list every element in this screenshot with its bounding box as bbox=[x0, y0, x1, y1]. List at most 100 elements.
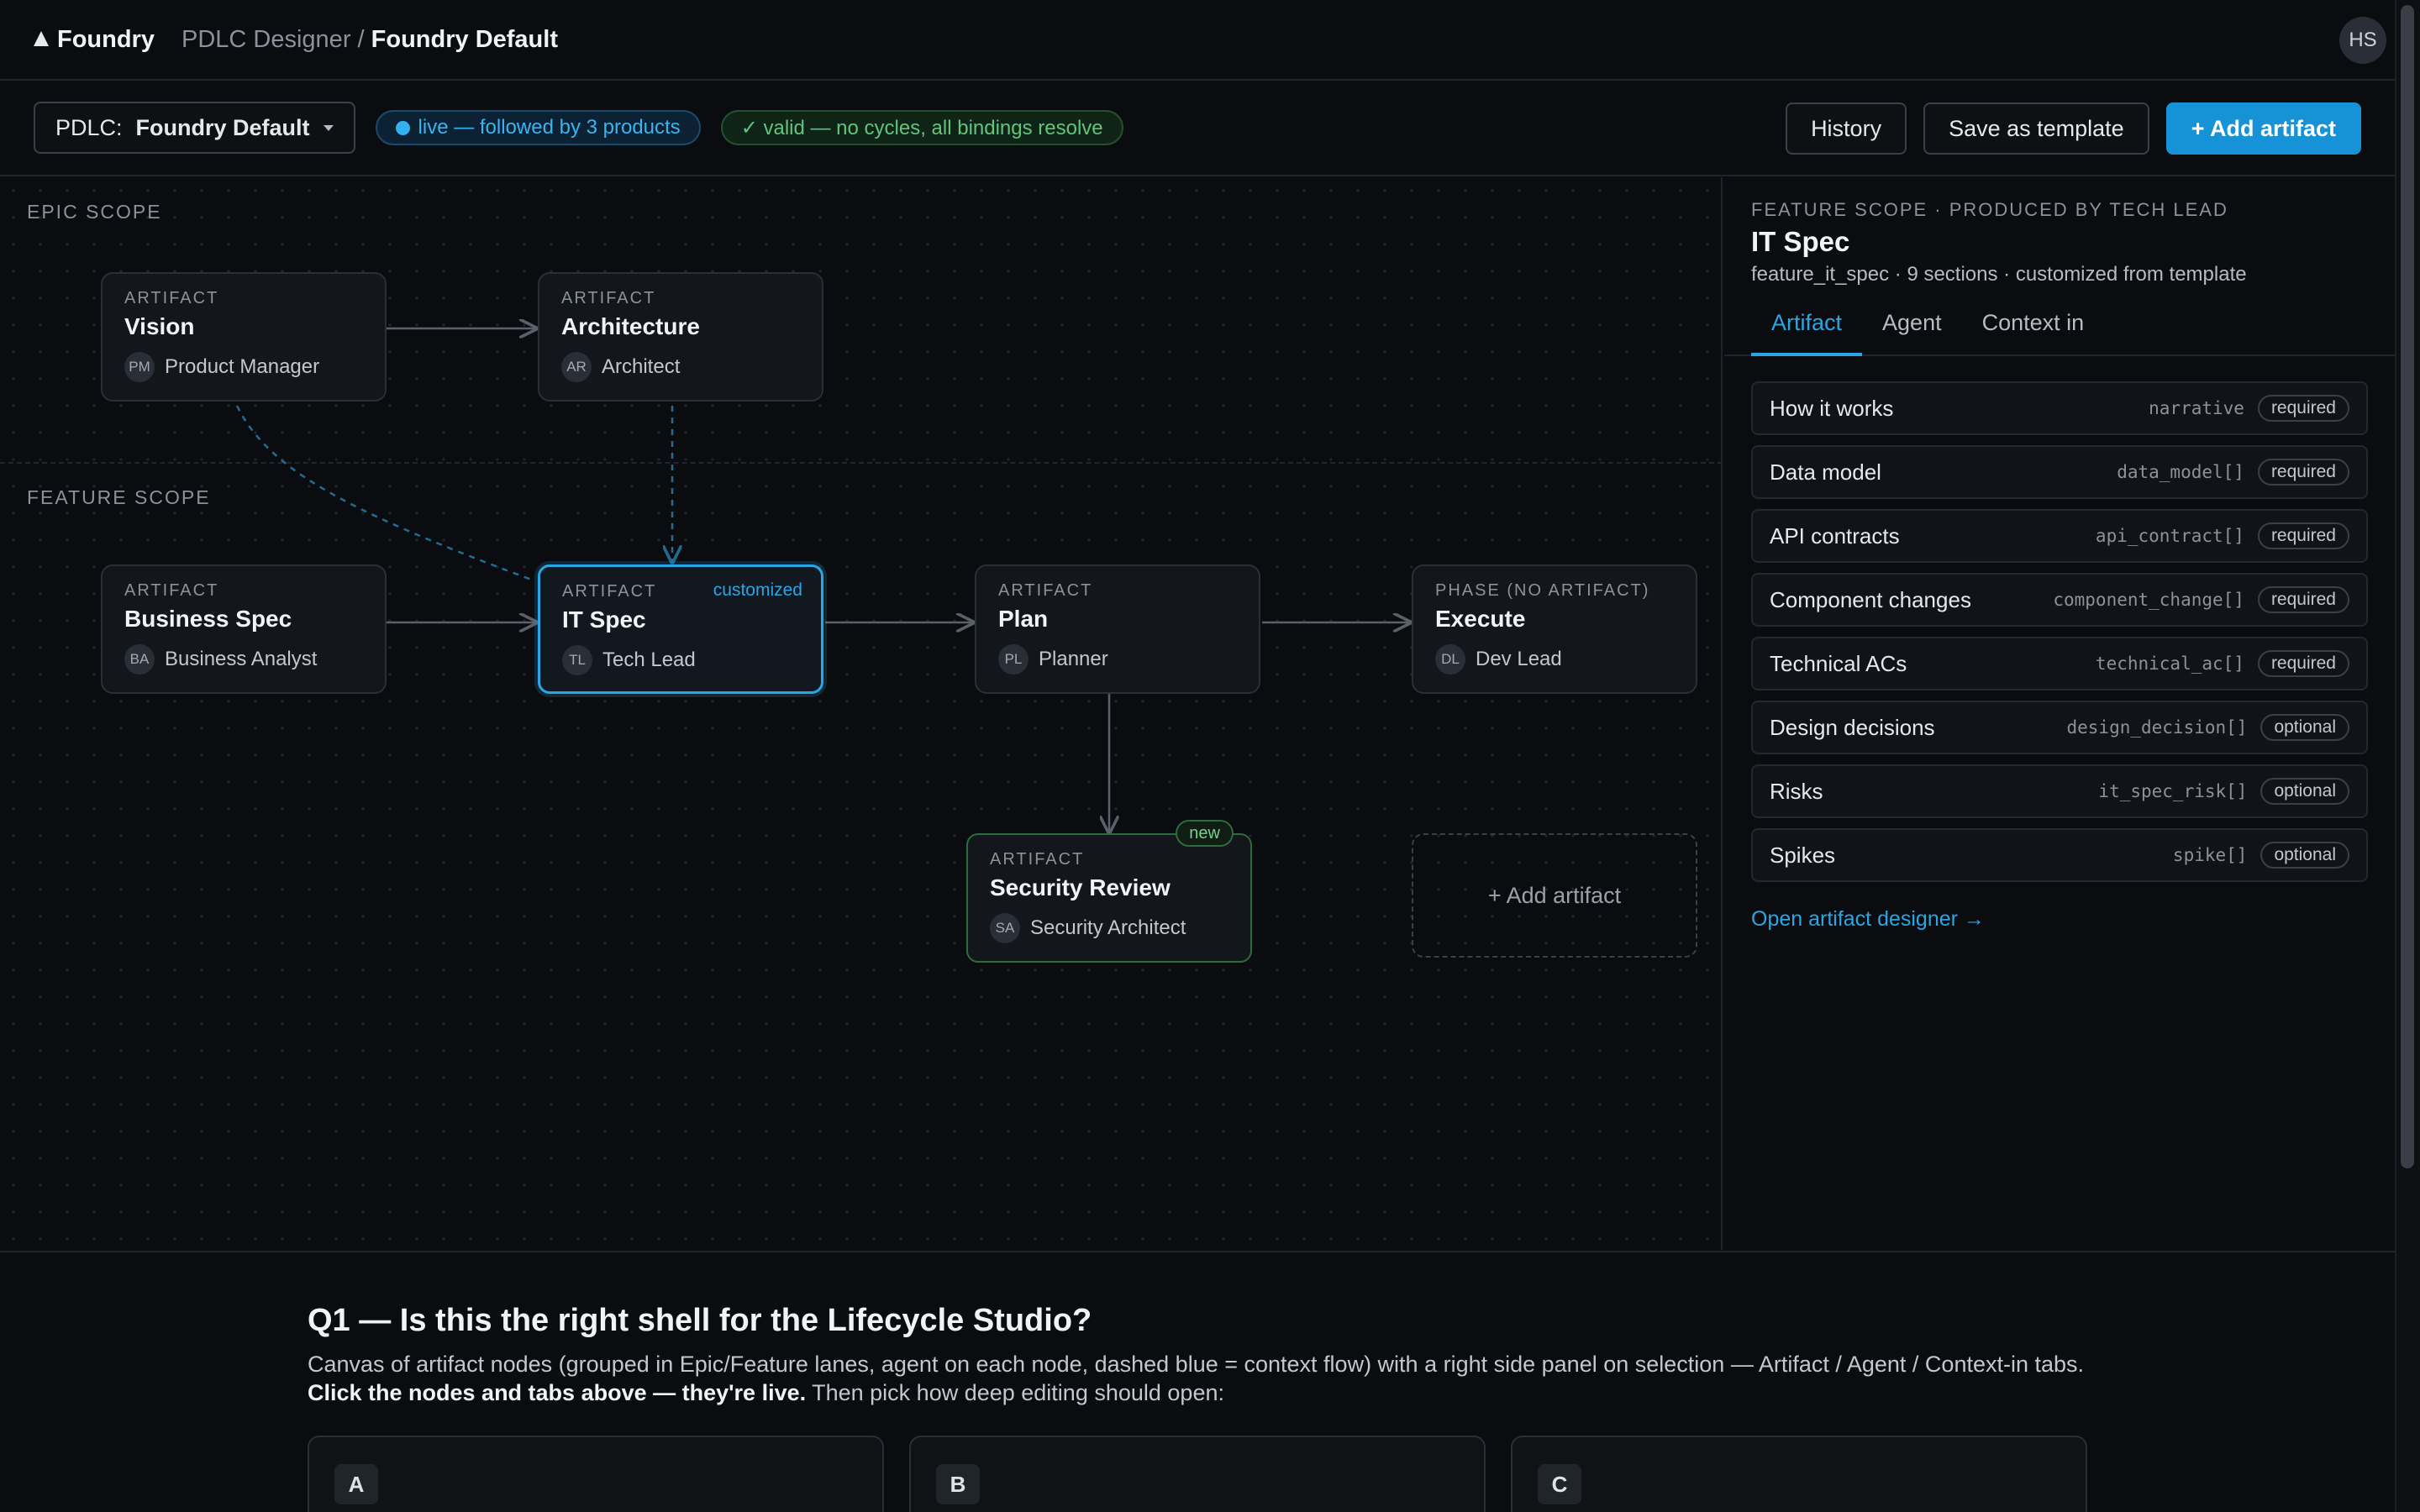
section-name: Risks bbox=[1770, 778, 1823, 804]
side-panel: FEATURE SCOPE · PRODUCED BY TECH LEAD IT… bbox=[1724, 177, 2395, 1250]
top-bar: Foundry PDLC Designer / Foundry Default bbox=[0, 0, 2395, 81]
brand-logo[interactable]: Foundry bbox=[34, 26, 155, 54]
section-type: data_model[] bbox=[2117, 462, 2244, 482]
section-row[interactable]: Risks it_spec_risk[] optional bbox=[1751, 764, 2368, 818]
question-description: Canvas of artifact nodes (grouped in Epi… bbox=[308, 1350, 2097, 1407]
agent-name: Architect bbox=[602, 355, 681, 378]
section-name: Technical ACs bbox=[1770, 650, 1907, 676]
tab-agent[interactable]: Agent bbox=[1862, 310, 1962, 354]
agent-avatar: AR bbox=[561, 352, 592, 382]
section-row[interactable]: Data model data_model[] required bbox=[1751, 445, 2368, 499]
node-title: Execute bbox=[1435, 606, 1526, 632]
open-artifact-designer-link[interactable]: Open artifact designer → bbox=[1751, 907, 1985, 932]
save-template-button[interactable]: Save as template bbox=[1923, 102, 2149, 155]
pdlc-value: Foundry Default bbox=[135, 114, 310, 140]
panel-meta: feature_it_spec · 9 sections · customize… bbox=[1751, 263, 2247, 286]
section-type: api_contract[] bbox=[2095, 526, 2244, 546]
agent-name: Dev Lead bbox=[1476, 648, 1562, 670]
option-card-b[interactable]: B bbox=[909, 1436, 1486, 1512]
foundry-logo-icon bbox=[34, 31, 49, 46]
node-title: Plan bbox=[998, 606, 1049, 632]
live-status-badge: live — followed by 3 products bbox=[375, 110, 701, 145]
requirement-badge: required bbox=[2257, 650, 2349, 677]
panel-title: IT Spec bbox=[1751, 226, 1850, 257]
customized-tag: customized bbox=[713, 580, 802, 600]
requirement-badge: required bbox=[2257, 395, 2349, 422]
agent-name: Security Architect bbox=[1030, 916, 1186, 939]
new-tag: new bbox=[1176, 820, 1234, 847]
valid-status-text: ✓ valid — no cycles, all bindings resolv… bbox=[740, 116, 1103, 139]
agent-avatar: BA bbox=[124, 644, 155, 675]
tab-artifact[interactable]: Artifact bbox=[1751, 310, 1863, 356]
option-badge: A bbox=[334, 1464, 378, 1504]
section-row[interactable]: Spikes spike[] optional bbox=[1751, 828, 2368, 882]
user-avatar[interactable]: HS bbox=[2339, 17, 2386, 64]
section-name: Spikes bbox=[1770, 842, 1836, 868]
agent-avatar: TL bbox=[562, 645, 592, 675]
section-row[interactable]: Design decisions design_decision[] optio… bbox=[1751, 701, 2368, 754]
question-desc-tail: Then pick how deep editing should open: bbox=[806, 1380, 1224, 1405]
breadcrumb-current: Foundry Default bbox=[371, 25, 558, 53]
agent-name: Tech Lead bbox=[602, 648, 696, 671]
breadcrumb: PDLC Designer / Foundry Default bbox=[182, 26, 558, 54]
pdlc-canvas[interactable]: EPIC SCOPE FEATURE SCOPE ARTIFACT Vision… bbox=[0, 177, 1723, 1250]
requirement-badge: required bbox=[2257, 522, 2349, 549]
section-name: How it works bbox=[1770, 395, 1894, 421]
section-type: spike[] bbox=[2172, 845, 2248, 865]
node-agent: BA Business Analyst bbox=[124, 644, 363, 675]
node-title: Architecture bbox=[561, 313, 700, 339]
node-agent: PL Planner bbox=[998, 644, 1237, 675]
section-row[interactable]: API contracts api_contract[] required bbox=[1751, 509, 2368, 563]
agent-avatar: SA bbox=[990, 913, 1020, 943]
node-agent: SA Security Architect bbox=[990, 913, 1228, 943]
tab-context-in[interactable]: Context in bbox=[1962, 310, 2105, 354]
panel-tabs: Artifact Agent Context in bbox=[1724, 310, 2395, 356]
question-desc-emphasis: Click the nodes and tabs above — they're… bbox=[308, 1380, 807, 1405]
requirement-badge: optional bbox=[2260, 778, 2349, 805]
context-edge-vision-itspec bbox=[235, 405, 534, 582]
agent-avatar: PL bbox=[998, 644, 1028, 675]
section-name: Component changes bbox=[1770, 586, 1971, 612]
node-it-spec[interactable]: customized ARTIFACT IT Spec TL Tech Lead bbox=[538, 564, 823, 694]
breadcrumb-parent[interactable]: PDLC Designer bbox=[182, 26, 350, 53]
node-vision[interactable]: ARTIFACT Vision PM Product Manager bbox=[101, 272, 387, 402]
add-artifact-node[interactable]: + Add artifact bbox=[1412, 833, 1697, 958]
agent-avatar: PM bbox=[124, 352, 155, 382]
node-agent: DL Dev Lead bbox=[1435, 644, 1674, 675]
pdlc-label: PDLC: bbox=[55, 114, 123, 140]
section-row[interactable]: Component changes component_change[] req… bbox=[1751, 573, 2368, 627]
add-artifact-button[interactable]: + Add artifact bbox=[2165, 102, 2361, 155]
node-security-review[interactable]: new ARTIFACT Security Review SA Security… bbox=[966, 820, 1252, 963]
panel-context: FEATURE SCOPE · PRODUCED BY TECH LEAD bbox=[1751, 199, 2228, 220]
requirement-badge: optional bbox=[2260, 714, 2349, 741]
section-row[interactable]: Technical ACs technical_ac[] required bbox=[1751, 637, 2368, 690]
node-architecture[interactable]: ARTIFACT Architecture AR Architect bbox=[538, 272, 823, 402]
option-badge: C bbox=[1538, 1464, 1581, 1504]
option-card-c[interactable]: C bbox=[1511, 1436, 2087, 1512]
live-dot-icon bbox=[395, 120, 410, 135]
node-kind: PHASE (NO ARTIFACT) bbox=[1435, 581, 1650, 600]
history-button[interactable]: History bbox=[1786, 102, 1907, 155]
option-card-a[interactable]: A bbox=[308, 1436, 884, 1512]
node-plan[interactable]: ARTIFACT Plan PL Planner bbox=[975, 564, 1260, 694]
valid-status-badge: ✓ valid — no cycles, all bindings resolv… bbox=[720, 110, 1123, 145]
node-kind: ARTIFACT bbox=[124, 289, 219, 307]
breadcrumb-separator: / bbox=[350, 25, 371, 53]
node-execute[interactable]: PHASE (NO ARTIFACT) Execute DL Dev Lead bbox=[1412, 564, 1697, 694]
section-type: it_spec_risk[] bbox=[2098, 781, 2248, 801]
node-agent: TL Tech Lead bbox=[562, 645, 799, 675]
pdlc-select[interactable]: PDLC: Foundry Default bbox=[34, 102, 355, 154]
section-row[interactable]: How it works narrative required bbox=[1751, 381, 2368, 435]
question-section: Q1 — Is this the right shell for the Lif… bbox=[0, 1251, 2395, 1512]
chevron-down-icon bbox=[323, 124, 334, 131]
scrollbar-thumb[interactable] bbox=[2401, 5, 2414, 1168]
section-list: How it works narrative required Data mod… bbox=[1751, 381, 2368, 882]
node-kind: ARTIFACT bbox=[124, 581, 219, 600]
section-type: narrative bbox=[2149, 398, 2244, 418]
node-title: Business Spec bbox=[124, 606, 292, 632]
node-title: Security Review bbox=[990, 874, 1171, 900]
requirement-badge: optional bbox=[2260, 842, 2349, 869]
node-kind: ARTIFACT bbox=[990, 850, 1085, 869]
question-title: Q1 — Is this the right shell for the Lif… bbox=[308, 1303, 1092, 1338]
node-business-spec[interactable]: ARTIFACT Business Spec BA Business Analy… bbox=[101, 564, 387, 694]
